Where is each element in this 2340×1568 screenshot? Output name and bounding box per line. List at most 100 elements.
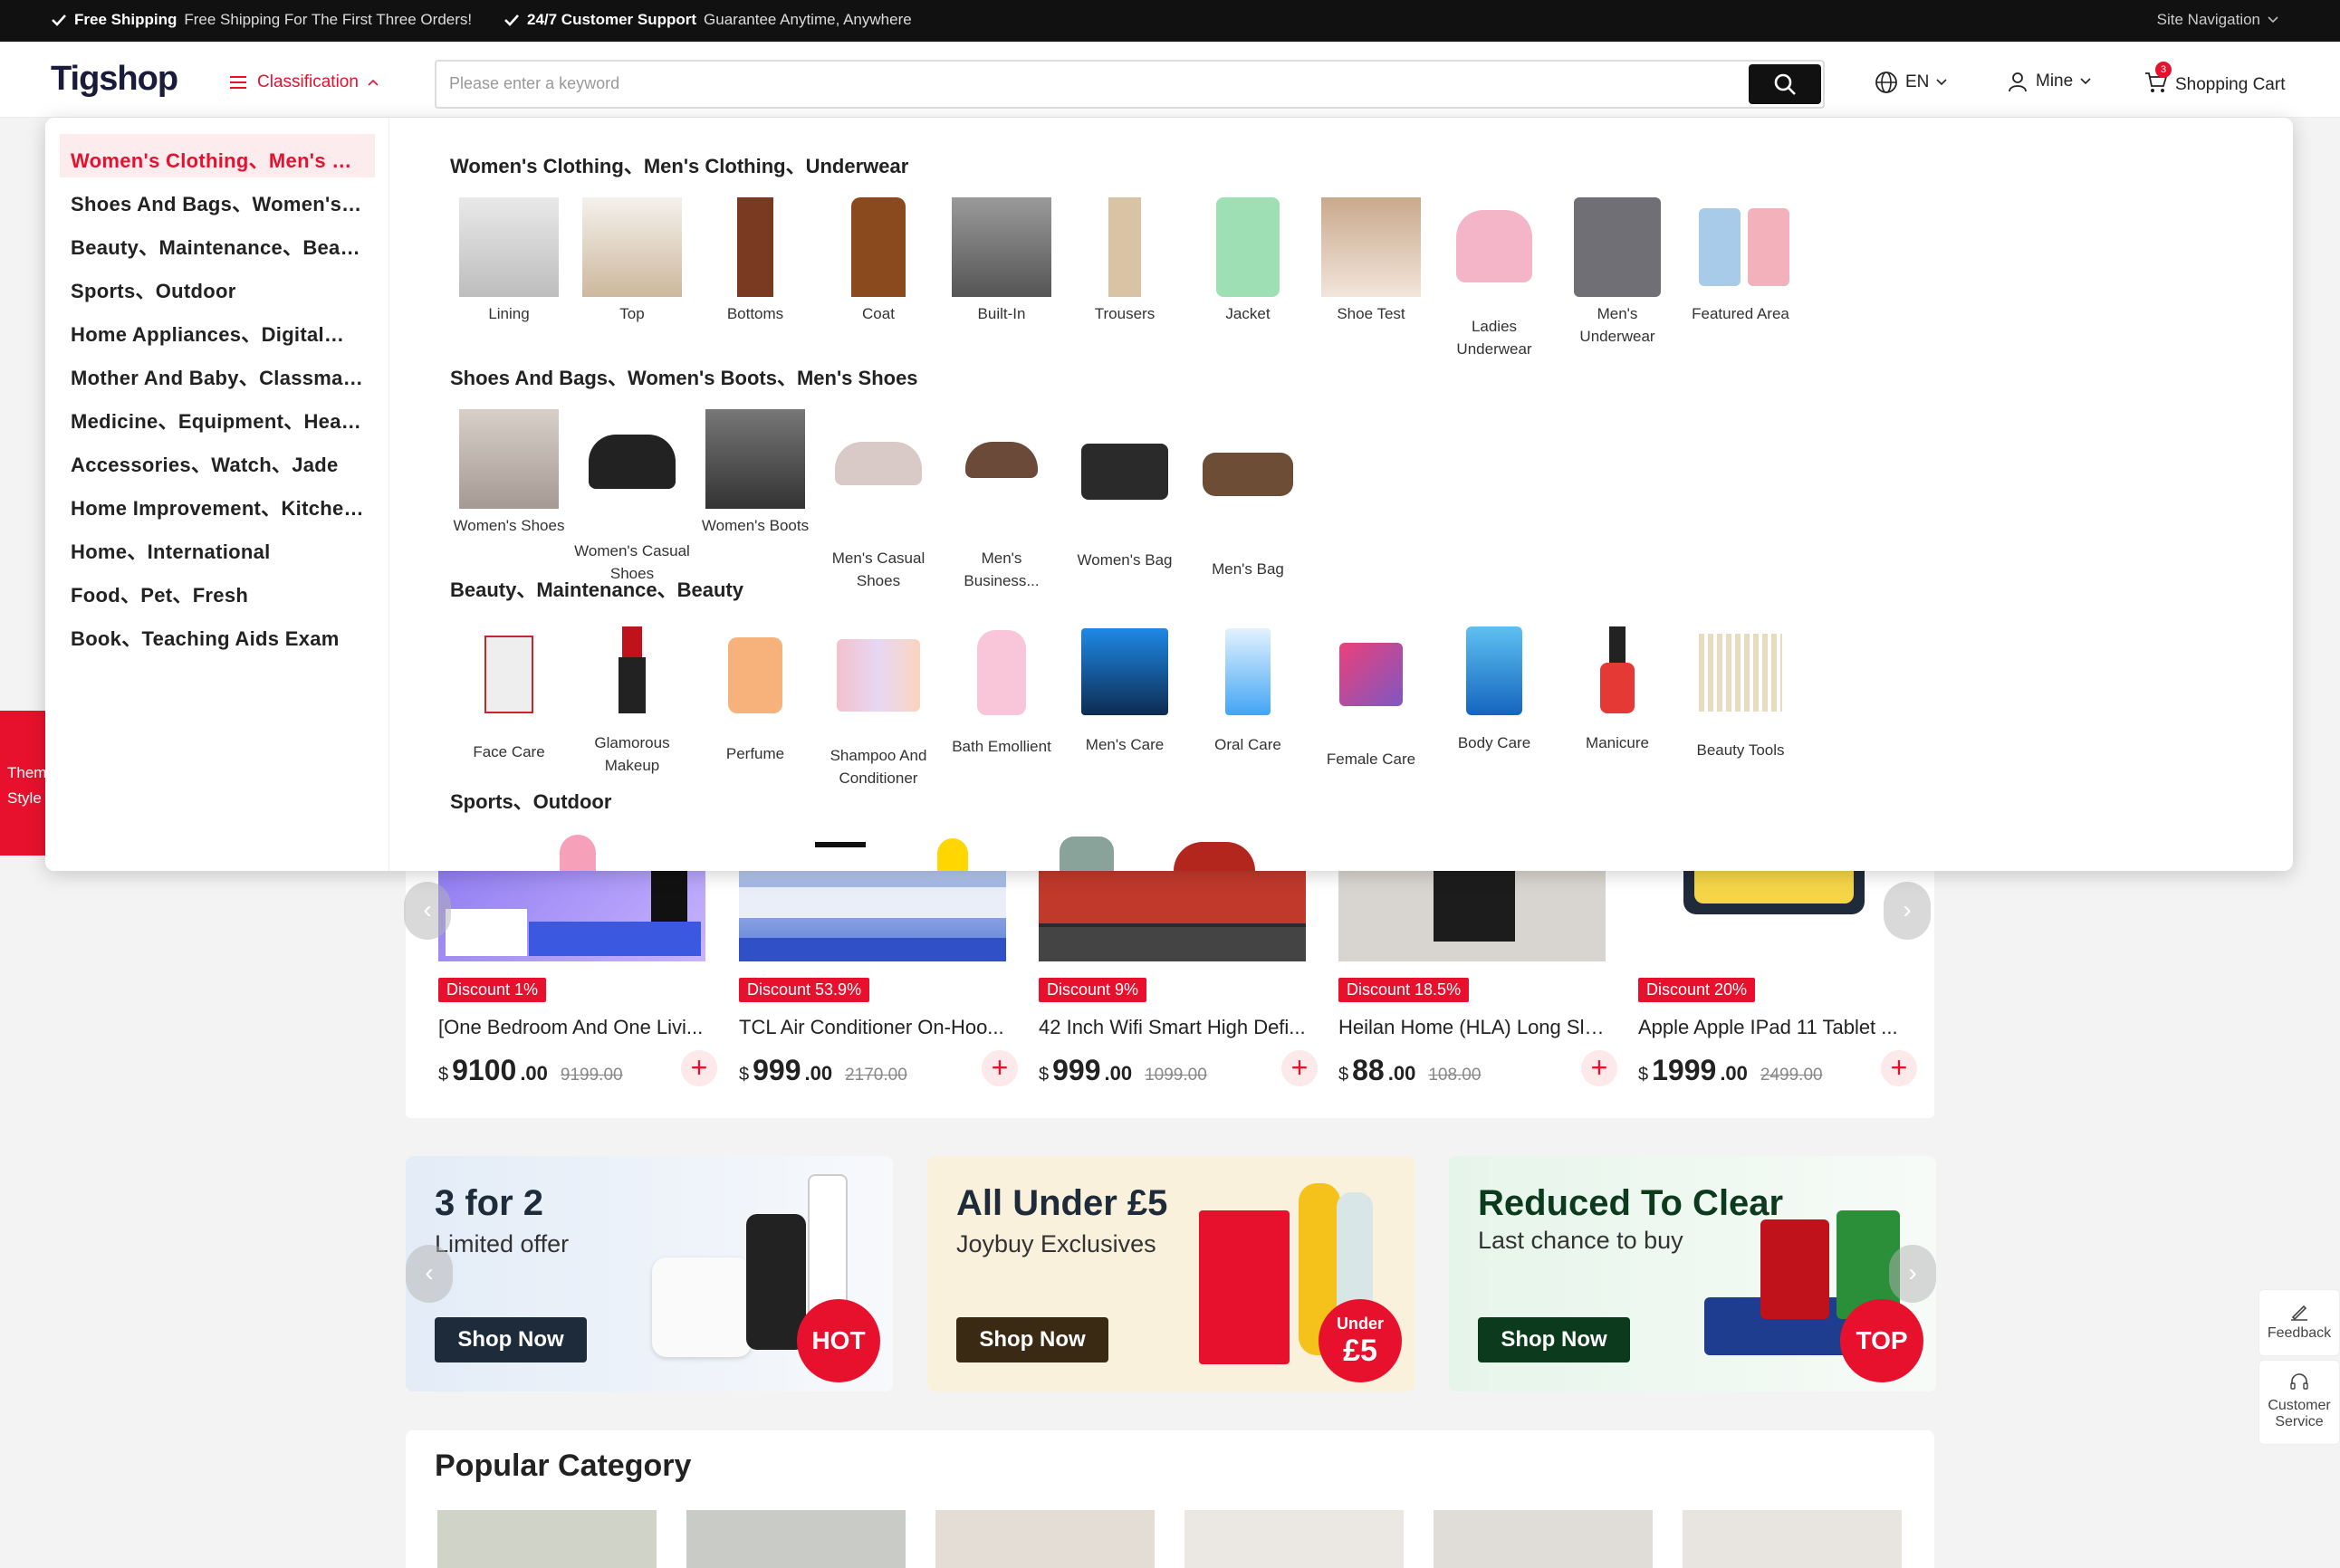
subcategory-item[interactable]: Beauty Tools xyxy=(1682,621,1799,761)
subcategory-item[interactable]: Face Care xyxy=(450,621,568,763)
category-card[interactable] xyxy=(1683,1510,1902,1568)
category-item[interactable]: Book、Teaching Aids Exam xyxy=(60,612,375,655)
original-price: 9199.00 xyxy=(560,1066,623,1085)
account-menu[interactable]: Mine xyxy=(2007,71,2091,92)
logo[interactable]: Tigshop xyxy=(51,60,178,99)
subcategory-item[interactable]: Ladies Underwear xyxy=(1435,197,1553,360)
subcategory-item[interactable]: Oral Care xyxy=(1189,621,1307,756)
add-to-cart-button[interactable]: + xyxy=(1281,1050,1318,1086)
category-card[interactable] xyxy=(686,1510,906,1568)
category-card[interactable] xyxy=(1434,1510,1653,1568)
subcategory-image xyxy=(952,197,1051,297)
subcategory-item[interactable]: Women's Boots xyxy=(696,409,814,537)
product-price: $999.00 1099.00 xyxy=(1039,1054,1207,1087)
subcategory-image xyxy=(1060,837,1114,871)
theme-style-tab[interactable]: Them Style xyxy=(0,711,47,856)
subcategory-item[interactable]: Body Care xyxy=(1435,621,1553,754)
category-item[interactable]: Home Appliances、Digital、K... xyxy=(60,308,375,351)
category-card[interactable] xyxy=(437,1510,657,1568)
page: Free Shipping Free Shipping For The Firs… xyxy=(0,0,2340,1568)
add-to-cart-button[interactable]: + xyxy=(1581,1050,1617,1086)
badge-main-text: £5 xyxy=(1343,1334,1377,1368)
category-item[interactable]: Food、Pet、Fresh xyxy=(60,569,375,612)
subcategory-item[interactable]: Trousers xyxy=(1066,197,1184,325)
category-item[interactable]: Medicine、Equipment、Healt... xyxy=(60,395,375,438)
product-title[interactable]: Apple Apple IPad 11 Tablet ... xyxy=(1638,1016,1910,1039)
search-input[interactable]: Please enter a keyword xyxy=(435,60,1825,109)
category-item[interactable]: Home、International xyxy=(60,525,375,569)
subcategory-item[interactable]: Jacket xyxy=(1189,197,1307,325)
subcategory-item[interactable]: Shoe Test xyxy=(1312,197,1430,325)
category-item[interactable]: Sports、Outdoor xyxy=(60,264,375,308)
shop-now-button[interactable]: Shop Now xyxy=(435,1317,587,1362)
search-button[interactable] xyxy=(1749,64,1821,104)
subcategory-item[interactable]: Female Care xyxy=(1312,621,1430,770)
subcategory-label: Men's Care xyxy=(1085,736,1165,753)
category-item[interactable]: Mother And Baby、Classmat... xyxy=(60,351,375,395)
shopping-cart-link[interactable]: 3 Shopping Cart xyxy=(2144,62,2285,100)
carousel-prev-button[interactable]: ‹ xyxy=(404,882,451,940)
original-price: 2499.00 xyxy=(1760,1066,1823,1085)
subcategory-image xyxy=(1174,842,1255,871)
category-item[interactable]: Accessories、Watch、Jade xyxy=(60,438,375,482)
subcategory-item[interactable]: Men's Care xyxy=(1066,621,1184,756)
subcategory-image xyxy=(582,626,682,726)
banner-prev-button[interactable]: ‹ xyxy=(406,1245,453,1303)
add-to-cart-button[interactable]: + xyxy=(681,1050,717,1086)
promo-banner[interactable]: All Under £5 Joybuy Exclusives Shop Now … xyxy=(927,1156,1415,1391)
promo-banner[interactable]: Reduced To Clear Last chance to buy Shop… xyxy=(1449,1156,1936,1391)
support-notice: 24/7 Customer Support Guarantee Anytime,… xyxy=(503,11,912,29)
shop-now-button[interactable]: Shop Now xyxy=(956,1317,1108,1362)
subcategory-item[interactable]: Glamorous Makeup xyxy=(573,621,691,777)
customer-service-button[interactable]: Customer Service xyxy=(2258,1360,2340,1445)
subcategory-item[interactable]: Men's Casual Shoes xyxy=(820,409,937,592)
product-price: $999.00 2170.00 xyxy=(739,1054,907,1087)
subcategory-item[interactable]: Featured Area xyxy=(1682,197,1799,325)
product-title[interactable]: 42 Inch Wifi Smart High Defi... xyxy=(1039,1016,1310,1039)
site-navigation-dropdown[interactable]: Site Navigation xyxy=(2157,11,2278,29)
carousel-next-button[interactable]: › xyxy=(1884,882,1931,940)
category-item[interactable]: Women's Clothing、Men's Cl... xyxy=(60,134,375,177)
subcategory-item[interactable]: Women's Casual Shoes xyxy=(573,409,691,585)
category-item[interactable]: Beauty、Maintenance、Beauty xyxy=(60,221,375,264)
subcategory-item[interactable]: Men's Business... xyxy=(943,409,1060,592)
banner-next-button[interactable]: › xyxy=(1889,1245,1936,1303)
subcategory-item[interactable]: Bottoms xyxy=(696,197,814,325)
subcategory-item[interactable]: Shampoo And Conditioner xyxy=(820,621,937,789)
subcategory-image xyxy=(705,637,805,737)
subcategory-item[interactable]: Coat xyxy=(820,197,937,325)
price-currency: $ xyxy=(1039,1065,1050,1085)
subcategory-item[interactable]: Bath Emollient xyxy=(943,621,1060,758)
add-to-cart-button[interactable]: + xyxy=(1881,1050,1917,1086)
subcategory-item[interactable]: Perfume xyxy=(696,621,814,765)
service-label-line2: Service xyxy=(2275,1414,2324,1429)
product-title[interactable]: Heilan Home (HLA) Long Sle... xyxy=(1338,1016,1610,1039)
category-card[interactable] xyxy=(935,1510,1155,1568)
subcategory-item[interactable]: Manicure xyxy=(1558,621,1676,754)
subcategory-item[interactable]: Women's Bag xyxy=(1066,409,1184,571)
subcategory-item[interactable]: Lining xyxy=(450,197,568,325)
classification-button[interactable]: Classification xyxy=(230,72,379,92)
subcategory-image xyxy=(952,442,1051,541)
subcategory-item[interactable]: Men's Underwear xyxy=(1558,197,1676,348)
subcategory-item[interactable]: Men's Bag xyxy=(1189,409,1307,580)
add-to-cart-button[interactable]: + xyxy=(982,1050,1018,1086)
subcategory-item[interactable]: Built-In xyxy=(943,197,1060,325)
product-title[interactable]: TCL Air Conditioner On-Hoo... xyxy=(739,1016,1011,1039)
product-title[interactable]: [One Bedroom And One Livi... xyxy=(438,1016,710,1039)
language-selector[interactable]: EN xyxy=(1875,71,1947,94)
promo-banner[interactable]: 3 for 2 Limited offer Shop Now HOT ‹ xyxy=(406,1156,893,1391)
feedback-button[interactable]: Feedback xyxy=(2258,1289,2340,1356)
subcategory-item[interactable]: Women's Shoes xyxy=(450,409,568,537)
category-card[interactable] xyxy=(1184,1510,1404,1568)
subcategory-label: Built-In xyxy=(977,305,1026,322)
subcategory-image xyxy=(829,639,928,739)
category-item[interactable]: Shoes And Bags、Women's B... xyxy=(60,177,375,221)
menu-icon xyxy=(230,76,246,89)
feedback-label: Feedback xyxy=(2267,1325,2332,1341)
section-heading: Shoes And Bags、Women's Boots、Men's Shoes xyxy=(450,367,918,389)
shop-now-button[interactable]: Shop Now xyxy=(1478,1317,1630,1362)
subcategory-item[interactable]: Top xyxy=(573,197,691,325)
category-item[interactable]: Home Improvement、Kitchen... xyxy=(60,482,375,525)
chips-bag-image xyxy=(1760,1219,1829,1319)
